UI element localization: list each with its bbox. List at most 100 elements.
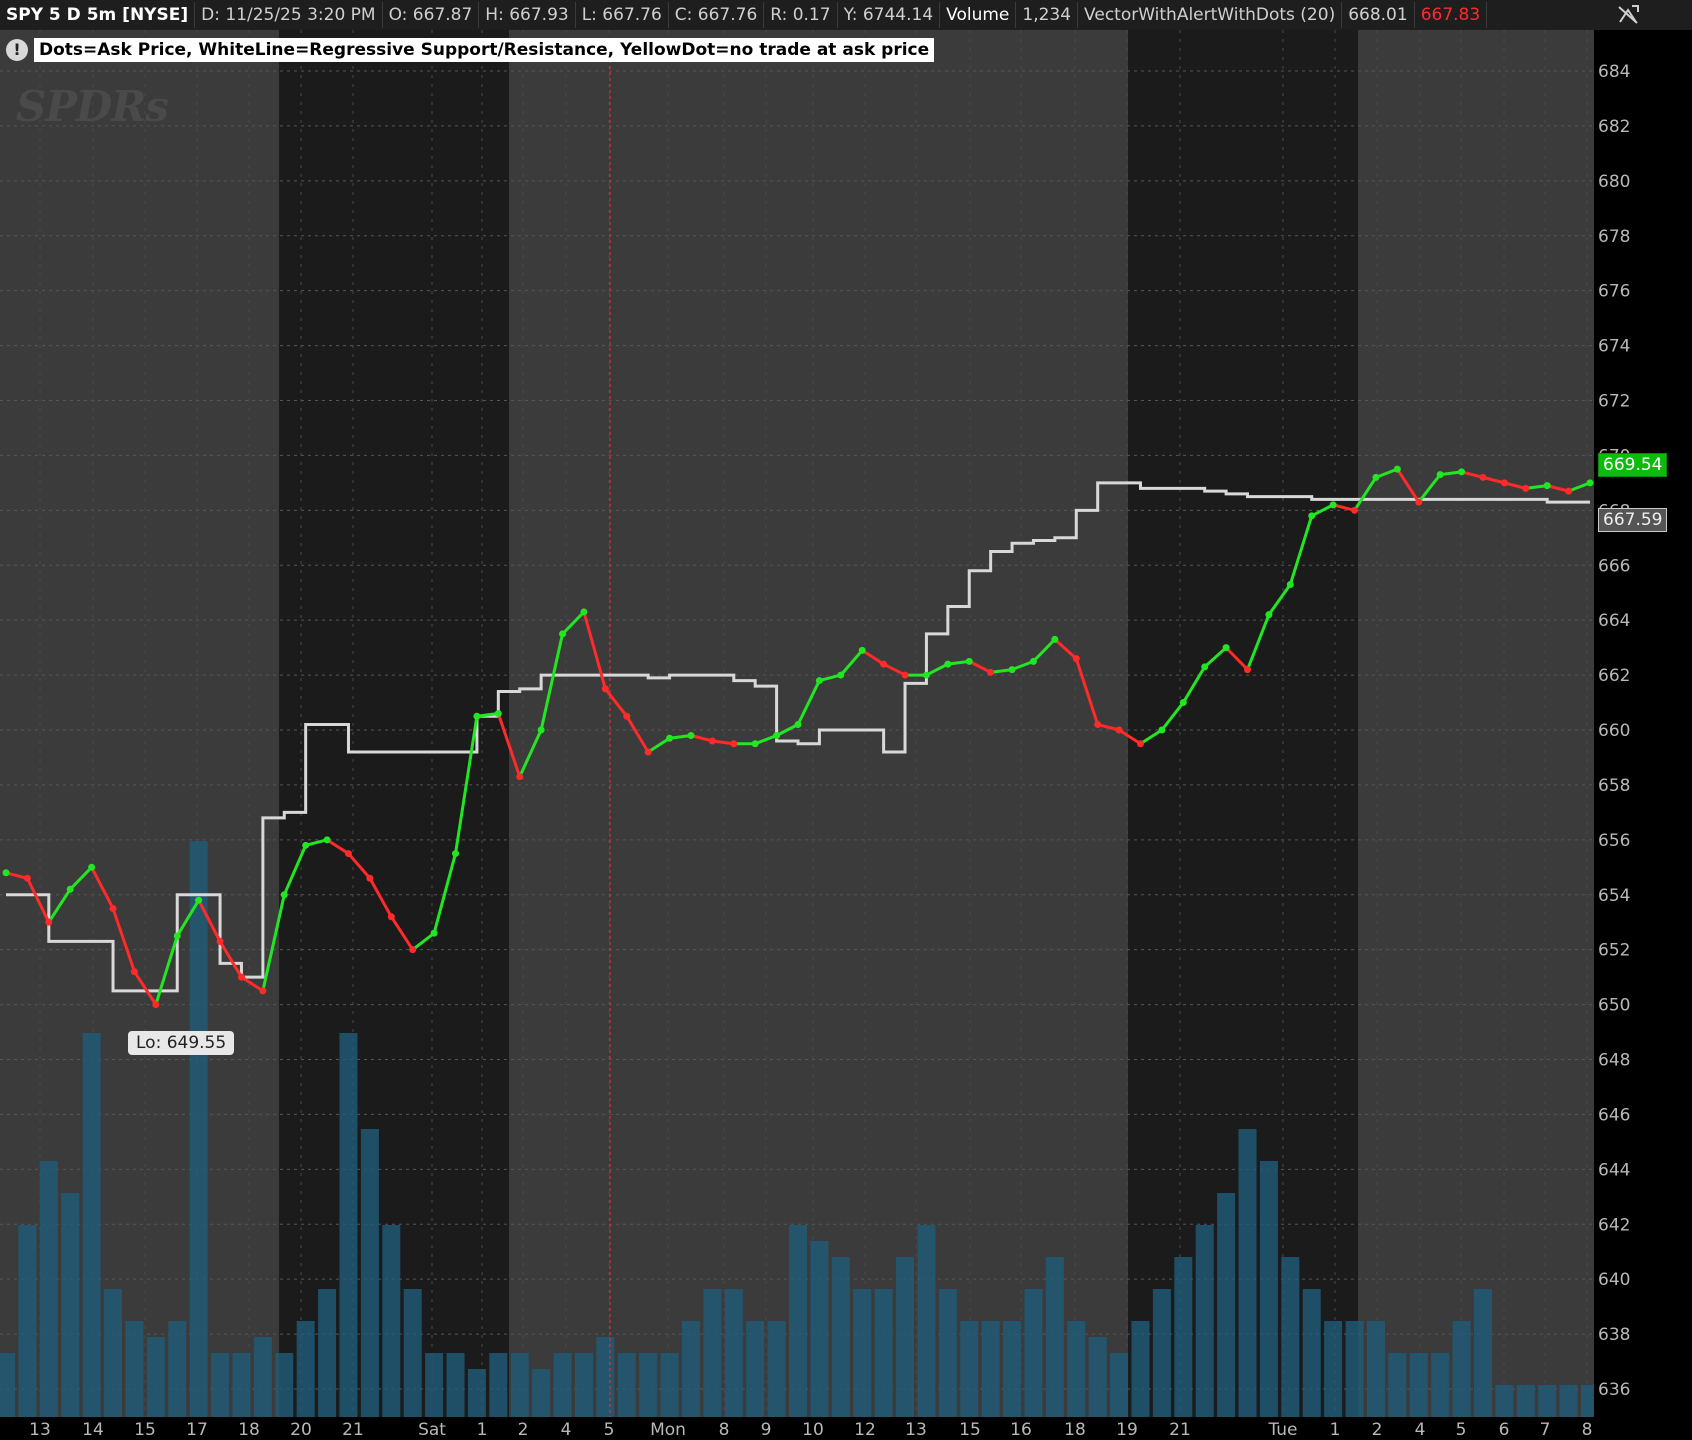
ask-price-dot <box>173 932 181 940</box>
volume-bar <box>1281 1257 1300 1417</box>
ask-price-dot <box>815 677 823 685</box>
ask-price-dot <box>730 740 738 748</box>
volume-bar <box>382 1225 401 1417</box>
volume-bar <box>0 1353 15 1417</box>
y-tick-label: 636 <box>1598 1380 1630 1400</box>
ask-price-dot <box>280 891 288 899</box>
ask-price-dot <box>259 987 267 995</box>
volume-bar <box>703 1289 722 1417</box>
x-tick-label: 21 <box>1169 1420 1191 1440</box>
y-tick-label: 662 <box>1598 666 1630 686</box>
ask-price-dot <box>130 968 138 976</box>
price-chart[interactable]: 6366386406426446466486506526546566586606… <box>0 30 1692 1440</box>
low-marker-label: Lo: 649.55 <box>128 1031 235 1055</box>
volume-bar <box>211 1353 230 1417</box>
volume-bar <box>1473 1289 1492 1417</box>
y-tick-label: 644 <box>1598 1160 1630 1180</box>
x-tick-label: 2 <box>518 1420 529 1440</box>
x-tick-label: 18 <box>238 1420 260 1440</box>
ask-price-dot <box>1372 473 1380 481</box>
volume-bar <box>724 1289 743 1417</box>
volume-label[interactable]: Volume <box>940 2 1017 28</box>
volume-bar <box>18 1225 37 1417</box>
volume-bar <box>168 1321 187 1417</box>
ask-price-dot <box>944 660 952 668</box>
y-tick-label: 654 <box>1598 886 1630 906</box>
volume-bar <box>1152 1289 1171 1417</box>
volume-bar <box>425 1353 444 1417</box>
volume-bar <box>82 1033 101 1417</box>
x-tick-label: Sat <box>418 1420 446 1440</box>
ask-price-dot <box>1586 479 1594 487</box>
exclamation-icon[interactable]: ! <box>6 39 28 61</box>
ask-price-dot <box>2 869 10 877</box>
volume-bar <box>1003 1321 1022 1417</box>
alert-off-icon[interactable] <box>1614 2 1642 28</box>
volume-bar <box>574 1353 593 1417</box>
x-tick-label: 6 <box>1499 1420 1510 1440</box>
y-tick-label: 660 <box>1598 721 1630 741</box>
ask-price-dot <box>901 671 909 679</box>
volume-bar <box>467 1369 486 1417</box>
volume-bar <box>39 1161 58 1417</box>
volume-bar <box>853 1289 872 1417</box>
ask-price-dot <box>516 773 524 781</box>
volume-bar <box>746 1321 765 1417</box>
volume-bar <box>1538 1385 1557 1417</box>
volume-bar <box>1495 1385 1514 1417</box>
y-tick-label: 650 <box>1598 996 1630 1016</box>
study-name[interactable]: VectorWithAlertWithDots (20) <box>1078 2 1343 28</box>
ask-price-dot <box>858 646 866 654</box>
ask-price-dot <box>302 841 310 849</box>
ask-price-dot <box>1008 666 1016 674</box>
ask-price-dot <box>1479 473 1487 481</box>
study-value-1: 668.01 <box>1342 2 1415 28</box>
y-tick-label: 664 <box>1598 611 1630 631</box>
y-tick-label: 638 <box>1598 1325 1630 1345</box>
ask-price-dot <box>216 937 224 945</box>
volume-bar <box>1259 1161 1278 1417</box>
ask-price-dot <box>922 671 930 679</box>
ask-price-dot <box>751 740 759 748</box>
y-tick-label: 674 <box>1598 337 1630 357</box>
y-readout: Y: 6744.14 <box>838 2 941 28</box>
volume-bar <box>1324 1321 1343 1417</box>
volume-bar <box>553 1353 572 1417</box>
ask-price-dot <box>1201 663 1209 671</box>
volume-bar <box>810 1241 829 1417</box>
volume-bar <box>61 1193 80 1417</box>
volume-bar <box>1110 1353 1129 1417</box>
ask-price-dot <box>559 630 567 638</box>
volume-bar <box>960 1321 979 1417</box>
volume-bar <box>896 1257 915 1417</box>
x-tick-label: 14 <box>82 1420 104 1440</box>
note-text: Dots=Ask Price, WhiteLine=Regressive Sup… <box>34 38 935 62</box>
ask-price-dot <box>1351 506 1359 514</box>
ask-price-dot <box>1222 644 1230 652</box>
ask-price-dot <box>987 668 995 676</box>
volume-bar <box>1452 1321 1471 1417</box>
open-readout: O: 667.87 <box>383 2 480 28</box>
volume-bar <box>318 1289 337 1417</box>
volume-bar <box>874 1289 893 1417</box>
x-tick-label: 9 <box>761 1420 772 1440</box>
symbol-label[interactable]: SPY 5 D 5m [NYSE] <box>0 2 196 28</box>
volume-bar <box>596 1337 615 1417</box>
volume-bar <box>1174 1257 1193 1417</box>
x-tick-label: 16 <box>1010 1420 1032 1440</box>
x-tick-label: 13 <box>29 1420 51 1440</box>
volume-bar <box>917 1225 936 1417</box>
volume-bar <box>681 1321 700 1417</box>
x-tick-label: 8 <box>1582 1420 1593 1440</box>
ask-price-dot <box>773 731 781 739</box>
ask-price-dot <box>1543 482 1551 490</box>
volume-bar <box>1516 1385 1535 1417</box>
y-tick-label: 666 <box>1598 556 1630 576</box>
volume-bar <box>789 1225 807 1417</box>
y-tick-label: 656 <box>1598 831 1630 851</box>
ask-price-dot <box>623 712 631 720</box>
volume-bar <box>489 1353 508 1417</box>
ask-price-dot <box>473 712 481 720</box>
y-tick-label: 648 <box>1598 1051 1630 1071</box>
x-tick-label: 2 <box>1372 1420 1383 1440</box>
